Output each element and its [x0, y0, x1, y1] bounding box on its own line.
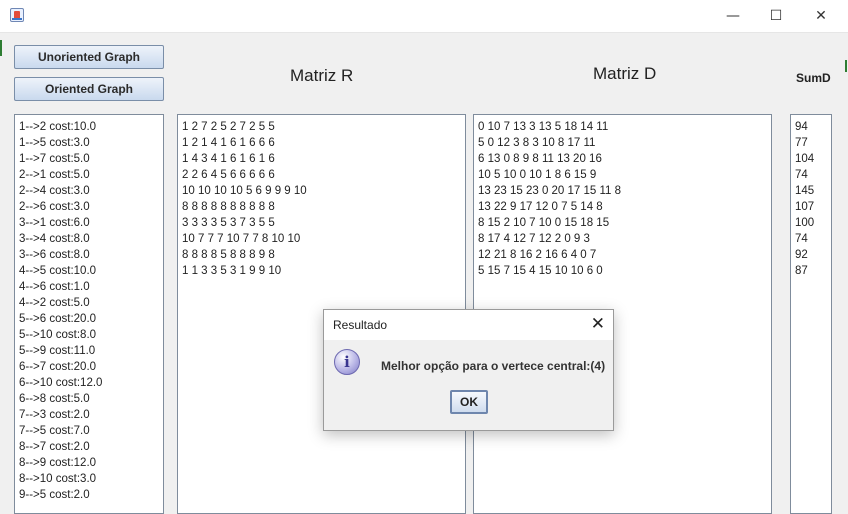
- matriz-d-row: 8 17 4 12 7 12 2 0 9 3: [478, 233, 590, 245]
- matriz-d-row: 5 15 7 15 4 15 10 10 6 0: [478, 265, 603, 277]
- edge-list-item: 2-->6 cost:3.0: [19, 201, 90, 213]
- maximize-icon[interactable]: ☐: [753, 0, 799, 32]
- edge-list-item: 5-->6 cost:20.0: [19, 313, 97, 325]
- matriz-r-row: 1 4 3 4 1 6 1 6 1 6: [182, 153, 275, 165]
- matriz-d-row: 5 0 12 3 8 3 10 8 17 11: [478, 137, 596, 149]
- edge-accent: [0, 40, 2, 56]
- sumd-value: 104: [795, 153, 815, 165]
- sumd-value: 94: [795, 121, 808, 133]
- edge-list-item: 6-->10 cost:12.0: [19, 377, 103, 389]
- edge-list-item: 4-->2 cost:5.0: [19, 297, 90, 309]
- edge-list-item: 2-->1 cost:5.0: [19, 169, 90, 181]
- matriz-r-row: 10 7 7 7 10 7 7 8 10 10: [182, 233, 301, 245]
- matriz-r-title: Matriz R: [290, 66, 354, 85]
- matriz-d-row: 0 10 7 13 3 13 5 18 14 11: [478, 121, 609, 133]
- unoriented-graph-button[interactable]: Unoriented Graph: [14, 45, 164, 69]
- matriz-d-row: 6 13 0 8 9 8 11 13 20 16: [478, 153, 602, 165]
- sumd-value: 74: [795, 233, 808, 245]
- dialog-title: Resultado: [333, 318, 388, 332]
- matriz-d-row: 12 21 8 16 2 16 6 4 0 7: [478, 249, 597, 261]
- edge-list-item: 3-->4 cost:8.0: [19, 233, 90, 245]
- matriz-d-row: 8 15 2 10 7 10 0 15 18 15: [478, 217, 610, 229]
- edge-list-item: 1-->5 cost:3.0: [19, 137, 90, 149]
- matriz-r-row: 3 3 3 3 5 3 7 3 5 5: [182, 217, 275, 229]
- sumd-value: 77: [795, 137, 808, 149]
- sumd-value: 87: [795, 265, 808, 277]
- resultado-dialog: Resultado ✕ i Melhor opção para o vertec…: [323, 309, 614, 431]
- dialog-message: Melhor opção para o vertece central:(4): [381, 359, 606, 373]
- matriz-r-row: 8 8 8 8 5 8 8 8 9 8: [182, 249, 275, 261]
- sumd-value: 92: [795, 249, 808, 261]
- minimize-icon[interactable]: —: [710, 0, 756, 32]
- edge-list-item: 9-->5 cost:2.0: [19, 489, 90, 501]
- matriz-d-row: 13 23 15 23 0 20 17 15 11 8: [478, 185, 622, 197]
- edge-list-item: 1-->2 cost:10.0: [19, 121, 97, 133]
- matriz-d-title: Matriz D: [593, 64, 657, 83]
- sumd-value: 145: [795, 185, 815, 197]
- info-icon: i: [334, 349, 360, 375]
- edge-list-item: 5-->10 cost:8.0: [19, 329, 97, 341]
- matriz-r-row: 1 2 1 4 1 6 1 6 6 6: [182, 137, 275, 149]
- matriz-r-row: 1 2 7 2 5 2 7 2 5 5: [182, 121, 275, 133]
- edge-list-item: 8-->7 cost:2.0: [19, 441, 90, 453]
- edge-list-item: 4-->6 cost:1.0: [19, 281, 90, 293]
- edge-list-item: 6-->8 cost:5.0: [19, 393, 90, 405]
- edge-list-item: 3-->6 cost:8.0: [19, 249, 90, 261]
- matriz-r-row: 10 10 10 10 5 6 9 9 9 10: [182, 185, 307, 197]
- ok-button[interactable]: OK: [450, 390, 488, 414]
- dialog-close-icon[interactable]: ✕: [591, 314, 605, 334]
- matriz-r-row: 8 8 8 8 8 8 8 8 8 8: [182, 201, 275, 213]
- edges-list-panel[interactable]: 1-->2 cost:10.0 1-->5 cost:3.0 1-->7 cost:…: [14, 114, 164, 514]
- edge-list-item: 2-->4 cost:3.0: [19, 185, 90, 197]
- close-icon[interactable]: ✕: [798, 0, 844, 32]
- edge-list-item: 6-->7 cost:20.0: [19, 361, 97, 373]
- matriz-r-row: 2 2 6 4 5 6 6 6 6 6: [182, 169, 275, 181]
- window-titlebar: — ☐ ✕: [0, 0, 848, 33]
- edge-list-item: 8-->9 cost:12.0: [19, 457, 97, 469]
- sumd-value: 107: [795, 201, 815, 213]
- edge-list-item: 8-->10 cost:3.0: [19, 473, 97, 485]
- edge-list-item: 4-->5 cost:10.0: [19, 265, 97, 277]
- edge-list-item: 5-->9 cost:11.0: [19, 345, 96, 357]
- sumd-panel[interactable]: 94 77 104 74 145 107 100 74 92 87: [790, 114, 832, 514]
- edge-list-item: 1-->7 cost:5.0: [19, 153, 90, 165]
- sumd-value: 100: [795, 217, 815, 229]
- sumd-value: 74: [795, 169, 808, 181]
- oriented-graph-button[interactable]: Oriented Graph: [14, 77, 164, 101]
- matriz-d-row: 13 22 9 17 12 0 7 5 14 8: [478, 201, 603, 213]
- edge-list-item: 3-->1 cost:6.0: [19, 217, 90, 229]
- dialog-titlebar: Resultado ✕: [324, 310, 613, 340]
- sumd-title: SumD: [796, 71, 831, 85]
- matriz-r-row: 1 1 3 3 5 3 1 9 9 10: [182, 265, 282, 277]
- matriz-d-row: 10 5 10 0 10 1 8 6 15 9: [478, 169, 597, 181]
- edge-list-item: 7-->3 cost:2.0: [19, 409, 90, 421]
- edge-accent: [845, 60, 847, 72]
- java-app-icon: [10, 8, 24, 22]
- edge-list-item: 7-->5 cost:7.0: [19, 425, 90, 437]
